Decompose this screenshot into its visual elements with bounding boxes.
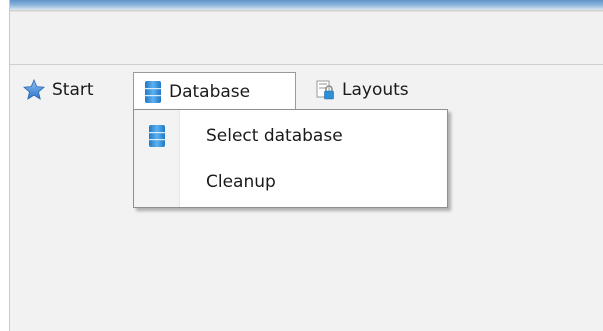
title-bar: [10, 0, 603, 10]
tab-start[interactable]: Start: [23, 74, 94, 106]
tab-start-label: Start: [52, 80, 94, 100]
database-icon: [148, 124, 166, 148]
tab-database-label: Database: [169, 81, 251, 102]
star-icon: [23, 78, 45, 101]
tab-layouts[interactable]: Layouts: [315, 74, 409, 106]
database-icon: [144, 80, 162, 104]
database-dropdown-menu: Select database Cleanup: [133, 109, 448, 208]
menu-item-select-database[interactable]: Select database: [134, 116, 447, 156]
tab-database[interactable]: Database: [133, 72, 296, 110]
tab-layouts-label: Layouts: [342, 80, 409, 100]
menu-item-icon-slot: [134, 124, 179, 148]
menu-item-cleanup[interactable]: Cleanup: [134, 162, 447, 202]
toolbar-area: [10, 12, 603, 64]
locked-layout-icon: [315, 79, 335, 101]
menu-item-label: Select database: [206, 126, 343, 146]
menu-item-label: Cleanup: [206, 172, 276, 192]
